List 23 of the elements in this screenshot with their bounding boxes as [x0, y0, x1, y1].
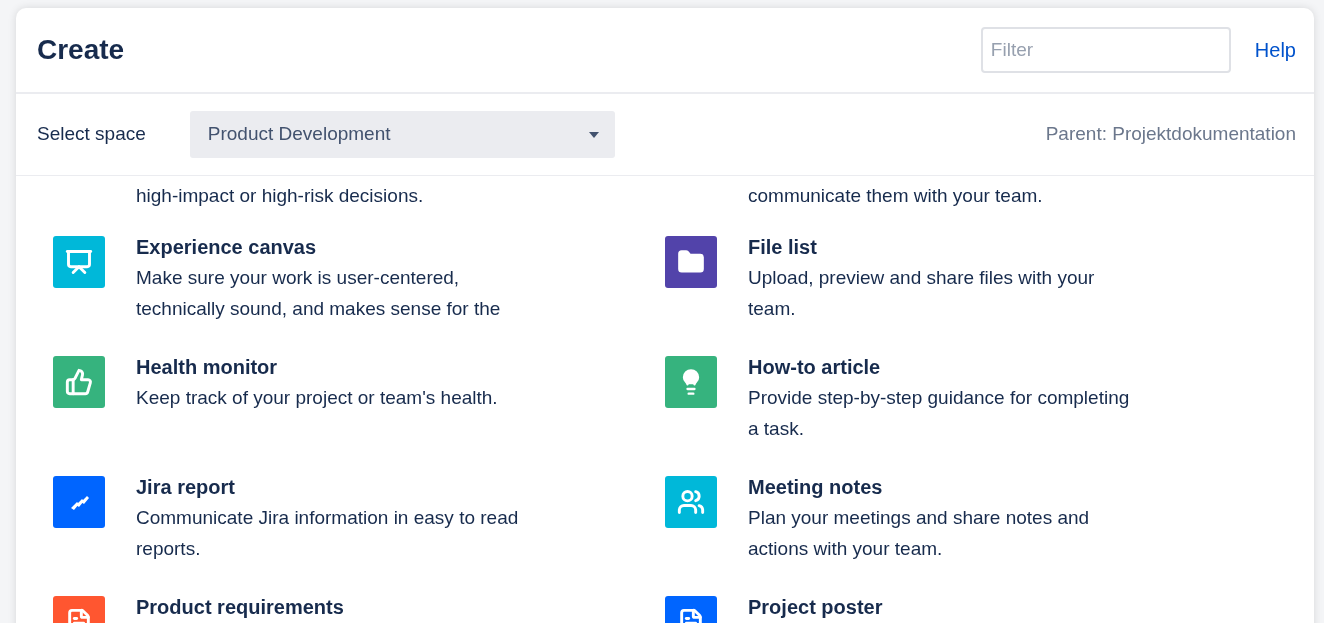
template-description: communicate them with your team. — [747, 184, 1044, 208]
template-title[interactable]: Health monitor — [136, 355, 498, 379]
template-description: Provide step-by-step guidance for completing a task. — [748, 386, 1130, 441]
template-description: Keep track of your project or team's health. — [136, 386, 498, 410]
template-title[interactable]: Experience canvas — [136, 235, 501, 259]
select-space-label: Select space — [37, 122, 146, 147]
template-title[interactable]: Meeting notes — [748, 475, 1090, 499]
template-description: Plan your meetings and share notes and actions with your team. — [748, 506, 1090, 561]
dialog-title: Create — [37, 33, 125, 67]
filter-field[interactable]: Filter — [980, 27, 1231, 73]
template-description: high-impact or high-risk decisions. — [135, 184, 425, 208]
template-description: Communicate Jira information in easy to read reports. — [136, 506, 519, 561]
caret-icon — [588, 131, 599, 138]
template-title[interactable]: File list — [748, 235, 1095, 259]
template-title[interactable]: Product requirements — [136, 595, 344, 619]
template-title[interactable]: How-to article — [748, 355, 1130, 379]
template-title[interactable]: Project poster — [748, 595, 883, 619]
help-link[interactable]: Help — [1254, 35, 1296, 65]
space-select[interactable]: Product Development — [189, 111, 615, 158]
template-description: Upload, preview and share files with your team. — [748, 266, 1095, 321]
template-description: Make sure your work is user-centered, technically sound, and makes sense for the — [136, 266, 501, 321]
template-title[interactable]: Jira report — [136, 475, 519, 499]
parent-page-text: Parent: Projektdokumentation — [1045, 122, 1296, 147]
